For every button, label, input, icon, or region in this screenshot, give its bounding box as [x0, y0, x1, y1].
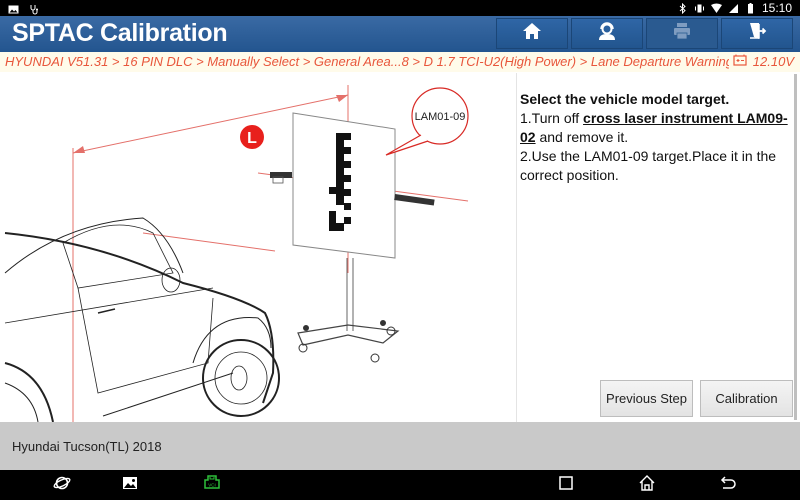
wifi-icon [710, 3, 722, 14]
back-icon [719, 474, 737, 497]
breadcrumb: HYUNDAI V51.31 > 16 PIN DLC > Manually S… [0, 52, 800, 72]
target-callout: LAM01-09 [385, 87, 469, 156]
svg-text:VCI: VCI [208, 482, 216, 487]
print-button[interactable] [646, 18, 718, 49]
back-button[interactable] [717, 475, 739, 495]
distance-label: L [247, 130, 257, 147]
recent-apps-icon [557, 474, 575, 497]
printer-icon [672, 21, 692, 46]
signal-icon [728, 3, 739, 14]
bluetooth-icon [677, 2, 688, 14]
home-nav-button[interactable] [636, 474, 658, 497]
exit-button[interactable] [721, 18, 793, 49]
headset-user-icon [597, 21, 617, 46]
clock: 15:10 [761, 1, 792, 15]
gallery-button[interactable] [119, 475, 141, 495]
instruction-step-2: 2.Use the LAM01-09 target.Place it in th… [520, 148, 777, 183]
breadcrumb-path: HYUNDAI V51.31 > 16 PIN DLC > Manually S… [5, 54, 780, 69]
home-nav-icon [638, 474, 656, 497]
support-button[interactable] [571, 18, 643, 49]
battery-voltage-icon [733, 52, 747, 71]
instruction-title: Select the vehicle model target. [520, 91, 730, 107]
main-content: L LAM01-09 Select the vehicle model targ… [0, 72, 800, 422]
vibrate-icon [694, 3, 705, 14]
gallery-icon [121, 474, 139, 497]
calibration-illustration: L LAM01-09 [3, 73, 517, 422]
image-notification-icon [8, 2, 19, 14]
browser-button[interactable] [51, 475, 73, 495]
stethoscope-icon [29, 2, 40, 15]
battery-icon [745, 2, 756, 14]
instruction-step-1: 1.Turn off cross laser instrument LAM09-… [520, 110, 788, 145]
vci-button[interactable]: VCI [201, 474, 223, 497]
home-button[interactable] [496, 18, 568, 49]
vehicle-name: Hyundai Tucson(TL) 2018 [12, 439, 162, 454]
vehicle-drawing [4, 217, 280, 422]
home-icon [522, 21, 542, 46]
system-nav-bar: VCI [0, 470, 800, 500]
vci-icon: VCI [203, 474, 221, 497]
page-title: SPTAC Calibration [12, 19, 228, 47]
calibration-button[interactable]: Calibration [700, 380, 793, 417]
instructions-scrollbar[interactable] [794, 74, 797, 420]
browser-orbit-icon [53, 474, 71, 497]
exit-door-icon [747, 21, 767, 46]
instruction-text: Select the vehicle model target. 1.Turn … [520, 90, 790, 185]
recent-apps-button[interactable] [555, 475, 577, 495]
target-board [270, 112, 435, 363]
previous-step-button[interactable]: Previous Step [600, 380, 693, 417]
distance-l-marker: L [240, 125, 264, 149]
target-callout-label: LAM01-09 [415, 111, 466, 123]
voltage-readout: 12.10V [752, 54, 794, 69]
status-bar: 15:10 [0, 0, 800, 16]
vehicle-info-bar: Hyundai Tucson(TL) 2018 [0, 422, 800, 470]
app-header: SPTAC Calibration [0, 16, 800, 52]
